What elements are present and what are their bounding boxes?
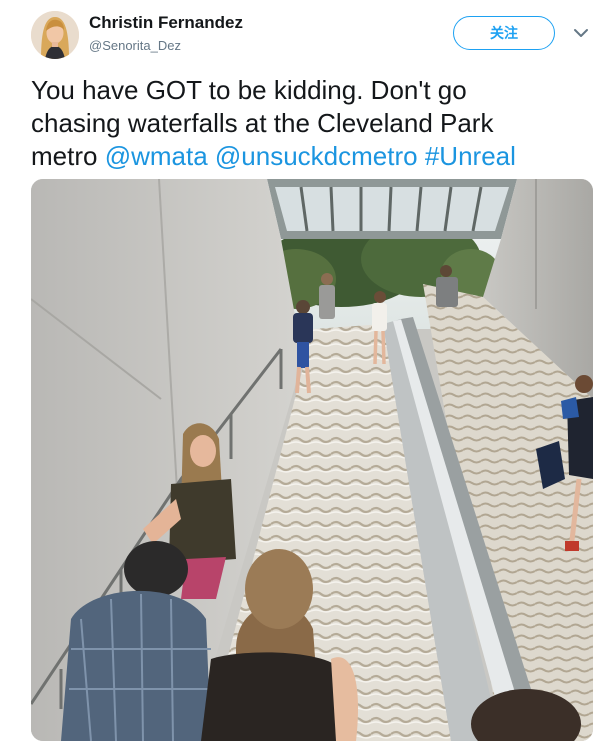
follow-button[interactable]: 关注: [453, 16, 555, 50]
author-name[interactable]: Christin Fernandez: [89, 13, 243, 33]
mention-wmata-link[interactable]: @wmata: [105, 141, 208, 171]
tweet-text-line-2: chasing waterfalls at the Cleveland Park: [31, 108, 494, 138]
avatar[interactable]: [31, 11, 79, 59]
tweet-text-metro: metro: [31, 141, 105, 171]
hashtag-unreal-link[interactable]: #Unreal: [425, 141, 516, 171]
tweet-text-line-1: You have GOT to be kidding. Don't go: [31, 75, 467, 105]
mention-unsuckdcmetro-link[interactable]: @unsuckdcmetro: [215, 141, 418, 171]
tweet-card: Christin Fernandez @Senorita_Dez 关注 You …: [0, 0, 610, 742]
author-handle[interactable]: @Senorita_Dez: [89, 38, 181, 53]
chevron-down-icon[interactable]: [572, 26, 590, 40]
tweet-text-line-3: metro @wmata @unsuckdcmetro #Unreal: [31, 140, 591, 173]
tweet-text: You have GOT to be kidding. Don't go cha…: [31, 74, 591, 173]
profile-avatar-icon: [31, 11, 79, 59]
photo-flooded-metro-stairs-icon: [31, 179, 593, 741]
tweet-photo[interactable]: [31, 179, 593, 741]
